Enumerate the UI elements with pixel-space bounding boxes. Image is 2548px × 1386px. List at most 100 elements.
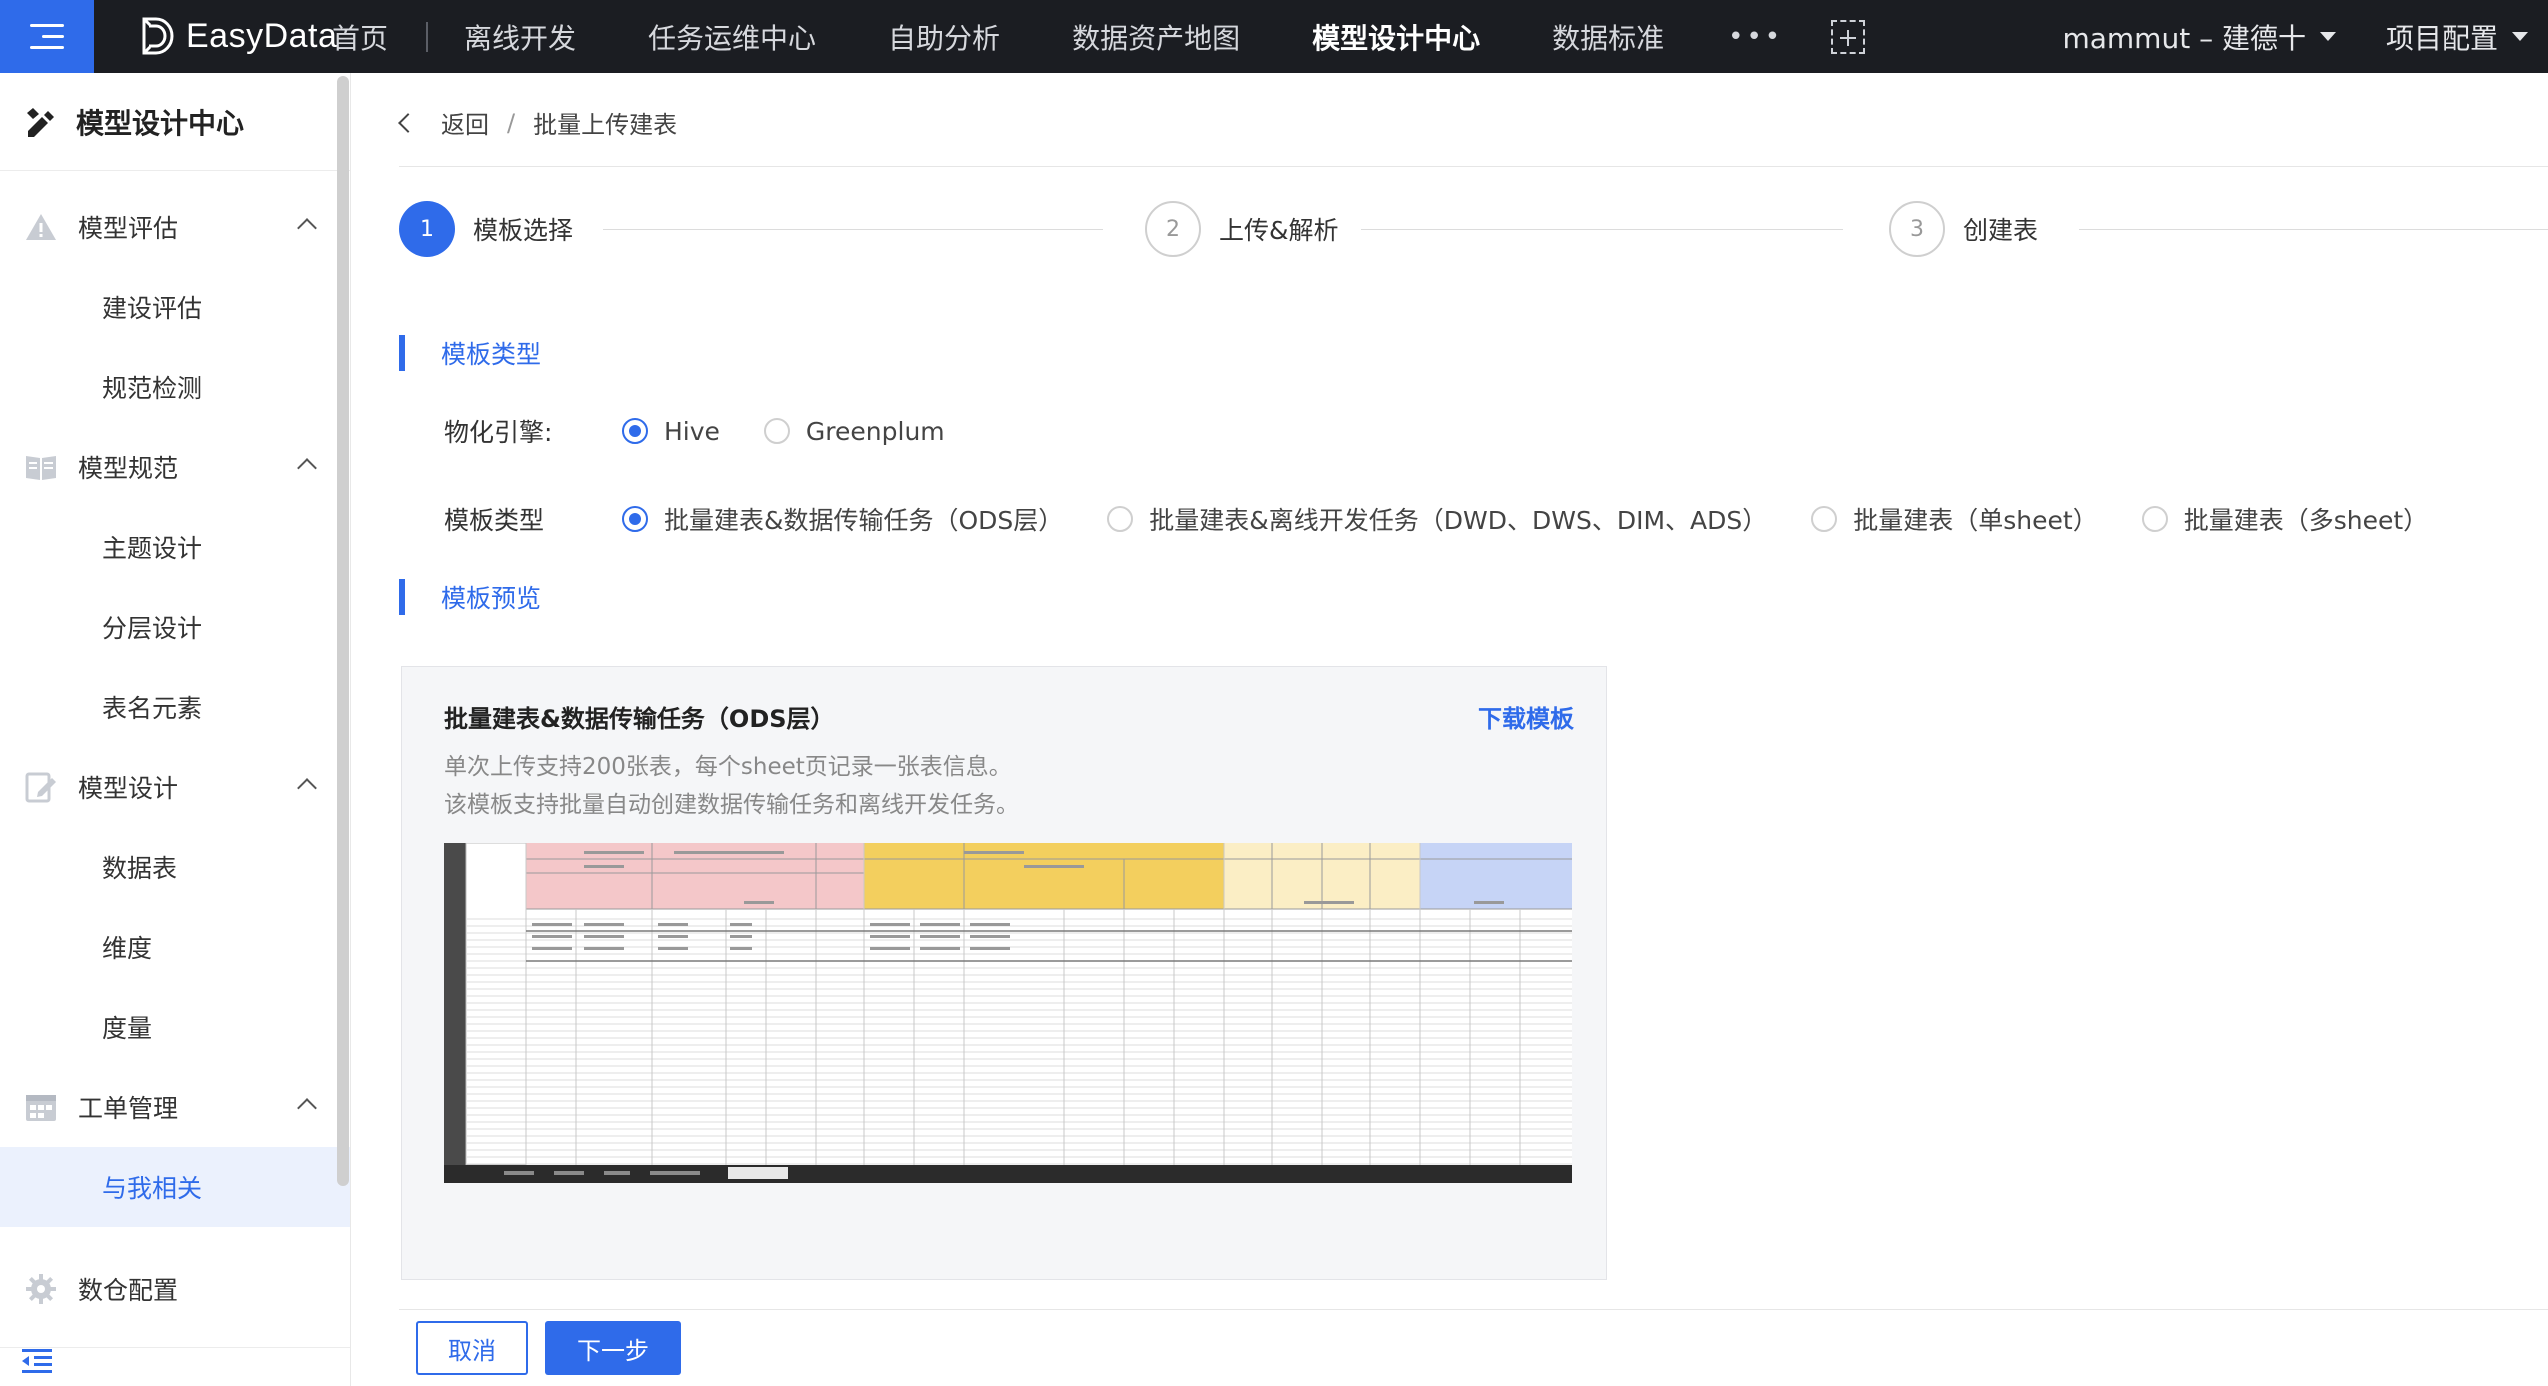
chevron-up-icon [297,1098,317,1118]
step-number: 1 [399,201,455,257]
back-link[interactable]: 返回 [441,105,489,140]
radio-template-ods[interactable]: 批量建表&数据传输任务（ODS层） [622,501,1063,537]
cancel-button[interactable]: 取消 [416,1321,528,1375]
sidebar-scrollbar[interactable] [337,76,349,1186]
model-design-icon [27,107,54,137]
section-accent-bar [399,579,405,615]
sidebar-group-work-order[interactable]: 工单管理 [0,1067,350,1147]
brand[interactable]: EasyData [140,12,337,60]
radio-greenplum[interactable]: Greenplum [763,416,945,446]
footer-divider [399,1309,2548,1310]
engine-row: 物化引擎: Hive Greenplum [444,413,989,449]
radio-label: Greenplum [805,416,945,446]
sidebar-group-label: 模型设计 [78,774,179,803]
caret-down-icon [2512,32,2528,41]
sidebar-item-spec-check[interactable]: 规范检测 [0,347,350,427]
warning-triangle-icon [26,214,56,240]
easydata-logo-icon [142,17,174,55]
edit-document-icon [25,772,56,803]
radio-checked-icon [622,418,648,444]
menu-toggle-button[interactable] [0,0,94,73]
sidebar-group-label: 模型评估 [78,214,179,243]
header-divider [399,166,2548,167]
next-step-button[interactable]: 下一步 [545,1321,681,1375]
sidebar-item-data-table[interactable]: 数据表 [0,827,350,907]
step-connector [603,229,1103,230]
sidebar-item-dw-config[interactable]: 数仓配置 [0,1249,350,1329]
radio-unchecked-icon [1811,506,1838,532]
radio-unchecked-icon [1107,506,1134,532]
main-content: 返回 / 批量上传建表 1 模板选择 2 上传&解析 3 创建表 模板类型 物化… [351,73,2548,1386]
step-2: 2 上传&解析 [1145,201,1339,257]
sidebar-group-model-design[interactable]: 模型设计 [0,747,350,827]
section-accent-bar [399,335,405,371]
template-type-row: 模板类型 批量建表&数据传输任务（ODS层） 批量建表&离线开发任务（DWD、D… [444,501,2472,537]
nav-self-analysis[interactable]: 自助分析 [852,0,1036,73]
radio-label: 批量建表（多sheet） [2183,506,2429,535]
sidebar-item-build-eval[interactable]: 建设评估 [0,267,350,347]
download-template-link[interactable]: 下载模板 [1478,699,1574,734]
radio-unchecked-icon [763,418,790,444]
sidebar-item-topic-design[interactable]: 主题设计 [0,507,350,587]
user-name: mammut – 建德十 [2062,21,2306,55]
section-title: 模板预览 [441,584,542,613]
radio-template-offline[interactable]: 批量建表&离线开发任务（DWD、DWS、DIM、ADS） [1107,501,1767,537]
section-template-type: 模板类型 [399,335,541,371]
sidebar-group-label: 工单管理 [78,1094,179,1123]
radio-template-multi-sheet[interactable]: 批量建表（多sheet） [2141,501,2429,537]
step-connector [2079,229,2548,230]
engine-label: 物化引擎: [444,418,553,447]
radio-label: 批量建表&数据传输任务（ODS层） [664,506,1064,535]
more-icon[interactable]: ••• [1700,22,1811,52]
add-tab-icon[interactable] [1831,19,1866,54]
sidebar-group-label: 模型规范 [78,454,179,483]
radio-hive[interactable]: Hive [622,417,720,446]
radio-label: 批量建表（单sheet） [1853,506,2098,535]
chevron-up-icon [297,778,317,798]
nav-model-design[interactable]: 模型设计中心 [1276,0,1516,73]
sidebar-item-layer-design[interactable]: 分层设计 [0,587,350,667]
sidebar-group-model-spec[interactable]: 模型规范 [0,427,350,507]
template-preview-card: 批量建表&数据传输任务（ODS层） 下载模板 单次上传支持200张表，每个she… [401,666,1607,1280]
breadcrumb: 返回 / 批量上传建表 [398,105,678,140]
nav-offline-dev[interactable]: 离线开发 [428,0,612,73]
nav-task-ops[interactable]: 任务运维中心 [612,0,852,73]
sidebar-title: 模型设计中心 [76,106,245,140]
sidebar: 模型设计中心 模型评估 建设评估 规范检测 模型规范 主题设计 分层设计 表名元… [0,73,351,1386]
sidebar-item-related-to-me[interactable]: 与我相关 [0,1147,350,1227]
nav-data-standard[interactable]: 数据标准 [1516,0,1700,73]
step-1: 1 模板选择 [399,201,573,257]
sidebar-item-measure[interactable]: 度量 [0,987,350,1067]
chevron-up-icon [297,458,317,478]
breadcrumb-separator: / [507,108,516,137]
caret-down-icon [2319,32,2336,41]
sidebar-divider [0,1347,350,1348]
step-label: 模板选择 [473,216,574,245]
step-3: 3 创建表 [1889,201,2038,257]
step-number: 3 [1889,201,1945,257]
step-connector [1361,229,1843,230]
brand-name: EasyData [186,16,338,55]
nav-home[interactable]: 首页 [330,0,426,73]
top-right-controls: mammut – 建德十 项目配置 [2062,0,2528,73]
breadcrumb-current: 批量上传建表 [533,111,678,139]
sidebar-group-model-eval[interactable]: 模型评估 [0,187,350,267]
nav-data-asset-map[interactable]: 数据资产地图 [1036,0,1276,73]
project-config-menu[interactable]: 项目配置 [2386,17,2528,57]
sidebar-item-dimension[interactable]: 维度 [0,907,350,987]
section-template-preview: 模板预览 [399,579,541,615]
radio-template-single-sheet[interactable]: 批量建表（单sheet） [1811,501,2098,537]
radio-label: 批量建表&离线开发任务（DWD、DWS、DIM、ADS） [1149,506,1768,535]
sidebar-item-table-name-element[interactable]: 表名元素 [0,667,350,747]
step-number: 2 [1145,201,1201,257]
radio-unchecked-icon [2141,506,2168,532]
user-menu[interactable]: mammut – 建德十 [2062,17,2336,57]
gear-icon [26,1274,56,1304]
preview-title: 批量建表&数据传输任务（ODS层） [444,705,835,733]
chevron-left-icon[interactable] [398,112,418,133]
radio-checked-icon [622,506,648,532]
steps-indicator: 1 模板选择 2 上传&解析 3 创建表 [399,201,2548,261]
template-type-label: 模板类型 [444,506,545,535]
calendar-grid-icon [26,1095,56,1121]
collapse-sidebar-icon[interactable] [22,1348,52,1374]
